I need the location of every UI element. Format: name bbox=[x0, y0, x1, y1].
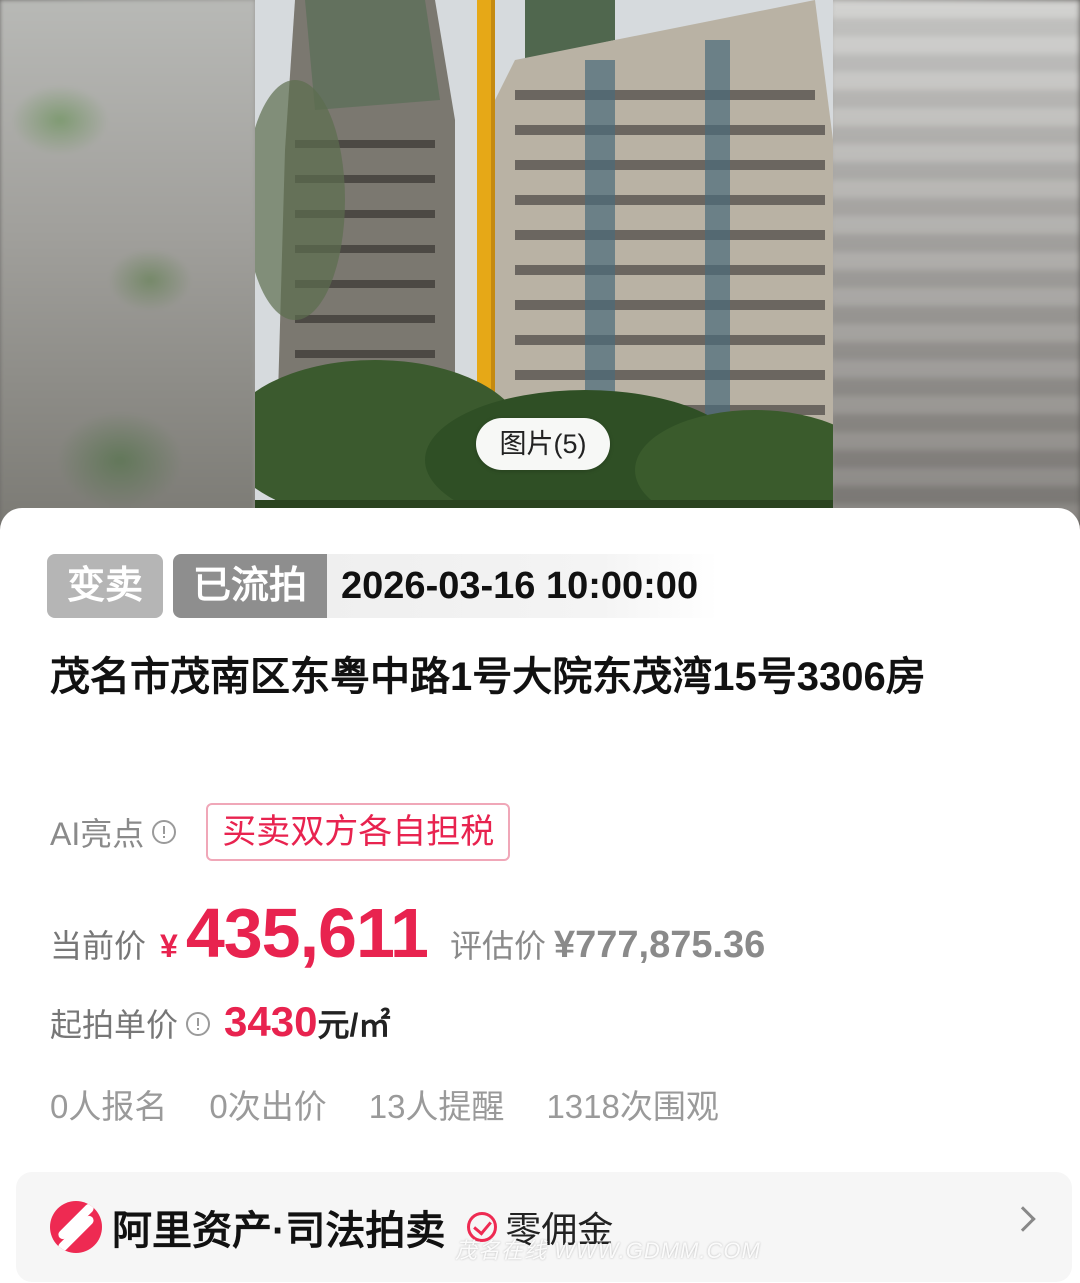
ali-assets-logo-icon bbox=[50, 1201, 102, 1253]
gallery-blur-left bbox=[0, 0, 255, 530]
unit-price-value: 3430 bbox=[224, 998, 318, 1045]
appraisal-value: ¥777,875.36 bbox=[554, 924, 766, 966]
current-price-label: 当前价 bbox=[50, 928, 147, 964]
photo-gallery[interactable]: 图片(5) bbox=[0, 0, 1080, 530]
current-price-value: 435,611 bbox=[185, 894, 429, 972]
gallery-blur-right bbox=[830, 0, 1080, 530]
unit-price-suffix: 元/㎡ bbox=[317, 1007, 391, 1043]
unit-price-row: 起拍单价 3430 元/㎡ bbox=[50, 998, 390, 1048]
ai-highlight-row: AI亮点 买卖双方各自担税 bbox=[50, 803, 511, 861]
stats-row: 0人报名 0次出价 13人提醒 1318次围观 bbox=[50, 1080, 761, 1125]
appraisal-label: 评估价 bbox=[449, 928, 546, 964]
property-title: 茂名市茂南区东粤中路1号大院东茂湾15号3306房 bbox=[50, 655, 926, 699]
ai-highlight-label: AI亮点 bbox=[50, 816, 145, 852]
sale-type-tag: 变卖 bbox=[47, 554, 164, 618]
stat-signups: 0人报名 bbox=[50, 1088, 168, 1125]
chevron-right-icon[interactable] bbox=[1010, 1206, 1036, 1232]
status-row: 变卖 已流拍 2026-03-16 10:00:00 bbox=[47, 554, 817, 618]
auction-detail-page: 图片(5) 变卖 已流拍 2026-03-16 10:00:00 茂名市茂南区东… bbox=[0, 0, 1080, 1283]
price-row: 当前价 ¥ 435,611 评估价 ¥777,875.36 bbox=[50, 893, 765, 973]
info-icon[interactable] bbox=[152, 820, 177, 844]
auction-datetime: 2026-03-16 10:00:00 bbox=[327, 554, 719, 618]
ai-highlight-chip[interactable]: 买卖双方各自担税 bbox=[206, 803, 511, 861]
auction-info-card: 变卖 已流拍 2026-03-16 10:00:00 茂名市茂南区东粤中路1号大… bbox=[0, 508, 1080, 1283]
watermark: 茂名在线 WWW.GDMM.COM bbox=[455, 1238, 761, 1263]
platform-name: 阿里资产·司法拍卖 bbox=[112, 1209, 446, 1253]
unit-price-label: 起拍单价 bbox=[50, 1007, 179, 1043]
status-tag: 已流拍 bbox=[173, 554, 328, 618]
stat-bids: 0次出价 bbox=[209, 1088, 327, 1125]
photo-count-badge[interactable]: 图片(5) bbox=[476, 418, 610, 470]
currency-symbol: ¥ bbox=[160, 928, 178, 964]
platform-bar[interactable]: 阿里资产·司法拍卖 零佣金 bbox=[16, 1172, 1072, 1282]
info-icon[interactable] bbox=[186, 1012, 211, 1036]
stat-views: 1318次围观 bbox=[546, 1088, 719, 1125]
stat-reminders: 13人提醒 bbox=[368, 1088, 505, 1125]
